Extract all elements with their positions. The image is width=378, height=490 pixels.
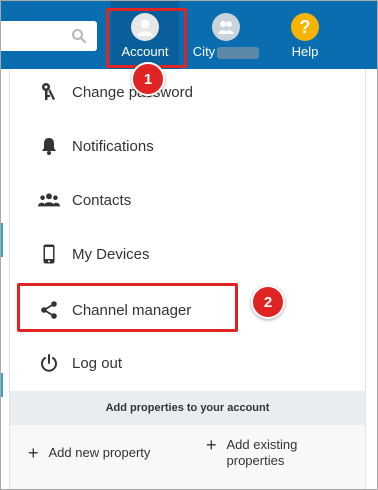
top-navigation-bar: Account City ? Help: [1, 1, 377, 69]
highlight-account: [106, 8, 187, 68]
menu-item-label: My Devices: [72, 245, 150, 263]
add-properties-actions: + Add new property + Add existing proper…: [10, 425, 365, 489]
highlight-channel-manager: [17, 283, 238, 332]
callout-step-1: 1: [131, 62, 165, 96]
menu-item-my-devices[interactable]: My Devices: [10, 233, 365, 275]
nav-help-label: Help: [291, 44, 319, 59]
add-existing-properties-label: Add existing properties: [226, 437, 298, 468]
add-new-property-label: Add new property: [48, 445, 151, 460]
screenshot-frame: Account City ? Help Change password Noti…: [0, 0, 378, 490]
callout-step-2: 2: [251, 285, 285, 319]
menu-item-label: Notifications: [72, 137, 154, 155]
menu-item-notifications[interactable]: Notifications: [10, 125, 365, 167]
redacted-text: [217, 46, 260, 59]
add-properties-heading: Add properties to your account: [10, 391, 365, 425]
people-icon: [38, 189, 60, 211]
phone-icon: [38, 243, 60, 265]
search-input[interactable]: [1, 21, 97, 51]
add-existing-properties-button[interactable]: + Add existing properties: [206, 435, 346, 469]
bell-icon: [38, 135, 60, 157]
plus-icon: +: [28, 443, 39, 463]
search-icon[interactable]: [71, 28, 87, 44]
key-icon: [38, 81, 60, 103]
city-icon: [212, 13, 240, 41]
menu-item-label: Contacts: [72, 191, 132, 209]
add-new-property-button[interactable]: + Add new property: [28, 443, 151, 463]
menu-item-log-out[interactable]: Log out: [10, 342, 365, 384]
help-icon: ?: [291, 13, 319, 41]
menu-item-contacts[interactable]: Contacts: [10, 179, 365, 221]
menu-item-label: Log out: [72, 354, 123, 372]
power-icon: [38, 352, 60, 374]
background-edge: [1, 373, 3, 397]
background-edge: [1, 223, 3, 257]
nav-help-button[interactable]: ? Help: [275, 1, 335, 69]
nav-city-button[interactable]: City: [183, 1, 269, 69]
account-dropdown-menu: Change password Notifications Contacts M…: [9, 69, 366, 489]
plus-icon: +: [206, 435, 217, 455]
menu-item-change-password[interactable]: Change password: [10, 71, 365, 113]
nav-city-label: City: [192, 44, 216, 59]
